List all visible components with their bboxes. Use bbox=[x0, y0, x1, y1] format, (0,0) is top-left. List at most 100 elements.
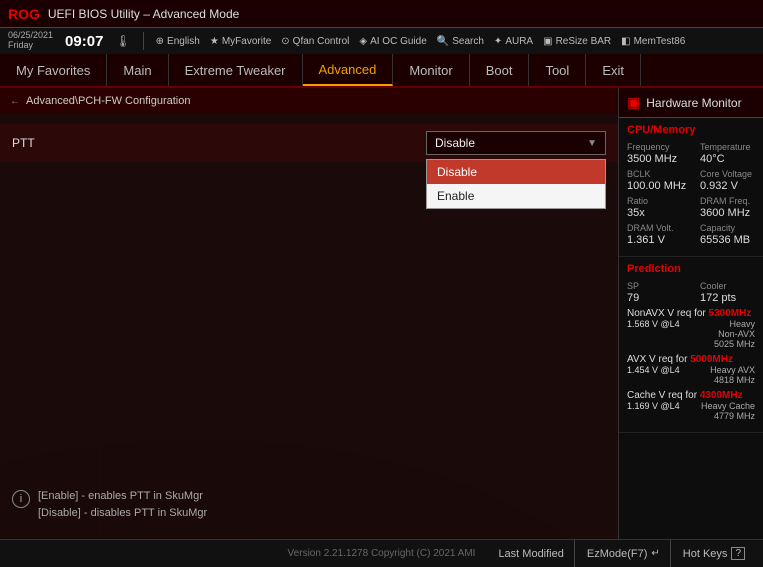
temp-icon: 🌡 bbox=[115, 34, 130, 48]
core-voltage-label: Core Voltage bbox=[700, 169, 755, 179]
aura-label: AURA bbox=[505, 36, 533, 47]
ez-mode-label: EzMode(F7) bbox=[587, 548, 648, 560]
nav-item-exit[interactable]: Exit bbox=[586, 54, 641, 86]
resizebar-label: ReSize BAR bbox=[556, 36, 612, 47]
language-label: English bbox=[167, 36, 200, 47]
nav-bar: My Favorites Main Extreme Tweaker Advanc… bbox=[0, 54, 763, 88]
capacity-label: Capacity bbox=[700, 223, 755, 233]
favorite-icon: ★ bbox=[210, 36, 219, 47]
sp-cooler-row: SP 79 Cooler 172 pts bbox=[627, 281, 755, 304]
aura-button[interactable]: ✦ AURA bbox=[494, 36, 533, 47]
frequency-value: 3500 MHz bbox=[627, 153, 682, 165]
prediction-title: Prediction bbox=[627, 263, 755, 275]
myfavorite-button[interactable]: ★ MyFavorite bbox=[210, 36, 271, 47]
info-panel: i [Enable] - enables PTT in SkuMgr [Disa… bbox=[0, 480, 618, 531]
nav-item-monitor[interactable]: Monitor bbox=[393, 54, 469, 86]
last-modified-button[interactable]: Last Modified bbox=[488, 540, 574, 567]
datetime-display: 06/25/2021 Friday bbox=[8, 31, 53, 51]
info-bar: 06/25/2021 Friday 09:07 🌡 ⊕ English ★ My… bbox=[0, 28, 763, 54]
nav-item-extreme-tweaker[interactable]: Extreme Tweaker bbox=[169, 54, 303, 86]
back-arrow[interactable]: ← bbox=[10, 96, 20, 107]
main-layout: ← Advanced\PCH-FW Configuration PTT Disa… bbox=[0, 88, 763, 539]
avx-detail: 1.454 V @L4 Heavy AVX bbox=[627, 365, 755, 375]
dram-volt-value: 1.361 V bbox=[627, 234, 682, 246]
language-icon: ⊕ bbox=[156, 36, 164, 47]
last-modified-label: Last Modified bbox=[498, 548, 563, 560]
search-button[interactable]: 🔍 Search bbox=[437, 36, 484, 47]
ptt-dropdown-menu: Disable Enable bbox=[426, 159, 606, 209]
dropdown-arrow-icon: ▼ bbox=[587, 138, 597, 149]
non-avx-detail: 1.568 V @L4 Heavy bbox=[627, 319, 755, 329]
dram-freq-label: DRAM Freq. bbox=[700, 196, 755, 206]
avx-freq: 5000MHz bbox=[690, 354, 733, 365]
settings-content: PTT Disable ▼ Disable Enable bbox=[0, 114, 618, 539]
hw-ratio-col: Ratio 35x bbox=[627, 196, 682, 219]
ai-oc-button[interactable]: ◈ AI OC Guide bbox=[359, 36, 426, 47]
resizebar-button[interactable]: ▣ ReSize BAR bbox=[543, 36, 611, 47]
language-button[interactable]: ⊕ English bbox=[156, 36, 200, 47]
resizebar-icon: ▣ bbox=[543, 36, 552, 47]
nav-item-favorites[interactable]: My Favorites bbox=[0, 54, 107, 86]
memtest-button[interactable]: ◧ MemTest86 bbox=[621, 36, 685, 47]
hw-dram-volt-col: DRAM Volt. 1.361 V bbox=[627, 223, 682, 246]
memtest-label: MemTest86 bbox=[634, 36, 686, 47]
core-voltage-value: 0.932 V bbox=[700, 180, 755, 192]
nav-item-advanced[interactable]: Advanced bbox=[303, 54, 394, 86]
bclk-value: 100.00 MHz bbox=[627, 180, 686, 192]
version-text: Version 2.21.1278 Copyright (C) 2021 AMI bbox=[288, 548, 476, 559]
non-avx-prediction: NonAVX V req for 5300MHz 1.568 V @L4 Hea… bbox=[627, 308, 755, 349]
ptt-option-enable[interactable]: Enable bbox=[427, 184, 605, 208]
hot-keys-label: Hot Keys bbox=[683, 548, 728, 560]
non-avx-mhz: 5025 MHz bbox=[627, 339, 755, 349]
status-bar: Version 2.21.1278 Copyright (C) 2021 AMI… bbox=[0, 539, 763, 567]
ptt-option-disable[interactable]: Disable bbox=[427, 160, 605, 184]
avx-mhz-value: 4818 MHz bbox=[714, 375, 755, 385]
day-display: Friday bbox=[8, 41, 53, 51]
nav-item-main[interactable]: Main bbox=[107, 54, 168, 86]
ratio-value: 35x bbox=[627, 207, 682, 219]
hw-frequency-col: Frequency 3500 MHz bbox=[627, 142, 682, 165]
content-area: ← Advanced\PCH-FW Configuration PTT Disa… bbox=[0, 88, 618, 539]
ptt-dropdown-value: Disable bbox=[435, 136, 475, 150]
avx-voltage: 1.454 V @L4 bbox=[627, 365, 680, 375]
avx-mhz: 4818 MHz bbox=[627, 375, 755, 385]
cache-mhz-value: 4779 MHz bbox=[714, 411, 755, 421]
ptt-setting-row: PTT Disable ▼ Disable Enable bbox=[0, 124, 618, 162]
qfan-label: Qfan Control bbox=[293, 36, 350, 47]
hw-monitor-panel: ▣ Hardware Monitor CPU/Memory Frequency … bbox=[618, 88, 763, 539]
cache-type: Heavy Cache bbox=[701, 401, 755, 411]
hot-keys-icon: ? bbox=[731, 547, 745, 560]
avx-prediction: AVX V req for 5000MHz 1.454 V @L4 Heavy … bbox=[627, 354, 755, 385]
qfan-button[interactable]: ⊙ Qfan Control bbox=[281, 36, 349, 47]
ratio-label: Ratio bbox=[627, 196, 682, 206]
ptt-label: PTT bbox=[12, 136, 426, 150]
divider bbox=[143, 32, 144, 50]
non-avx-voltage: 1.568 V @L4 bbox=[627, 319, 680, 329]
ez-mode-button[interactable]: EzMode(F7) ↵ bbox=[577, 540, 671, 567]
hw-freq-temp-row: Frequency 3500 MHz Temperature 40°C bbox=[627, 142, 755, 165]
hw-temperature-col: Temperature 40°C bbox=[700, 142, 755, 165]
sp-label: SP bbox=[627, 281, 682, 291]
hw-monitor-header: ▣ Hardware Monitor bbox=[619, 88, 763, 118]
sp-value: 79 bbox=[627, 292, 682, 304]
cpu-memory-title: CPU/Memory bbox=[627, 124, 755, 136]
hw-core-voltage-col: Core Voltage 0.932 V bbox=[700, 169, 755, 192]
temperature-label: Temperature bbox=[700, 142, 755, 152]
info-line-2: [Disable] - disables PTT in SkuMgr bbox=[38, 505, 207, 523]
hot-keys-button[interactable]: Hot Keys ? bbox=[673, 540, 755, 567]
hw-capacity-col: Capacity 65536 MB bbox=[700, 223, 755, 246]
cache-freq: 4300MHz bbox=[700, 390, 743, 401]
cache-label: Cache V req for 4300MHz bbox=[627, 390, 755, 401]
nav-item-tool[interactable]: Tool bbox=[529, 54, 586, 86]
ptt-dropdown[interactable]: Disable ▼ bbox=[426, 131, 606, 155]
search-icon: 🔍 bbox=[437, 36, 449, 47]
sp-col: SP 79 bbox=[627, 281, 682, 304]
cache-voltage: 1.169 V @L4 bbox=[627, 401, 680, 411]
aura-icon: ✦ bbox=[494, 36, 502, 47]
info-text: [Enable] - enables PTT in SkuMgr [Disabl… bbox=[38, 488, 207, 523]
hw-bclk-voltage-row: BCLK 100.00 MHz Core Voltage 0.932 V bbox=[627, 169, 755, 192]
info-row: i [Enable] - enables PTT in SkuMgr [Disa… bbox=[12, 488, 606, 523]
hw-monitor-icon: ▣ bbox=[627, 94, 640, 111]
nav-item-boot[interactable]: Boot bbox=[470, 54, 530, 86]
temperature-value: 40°C bbox=[700, 153, 755, 165]
